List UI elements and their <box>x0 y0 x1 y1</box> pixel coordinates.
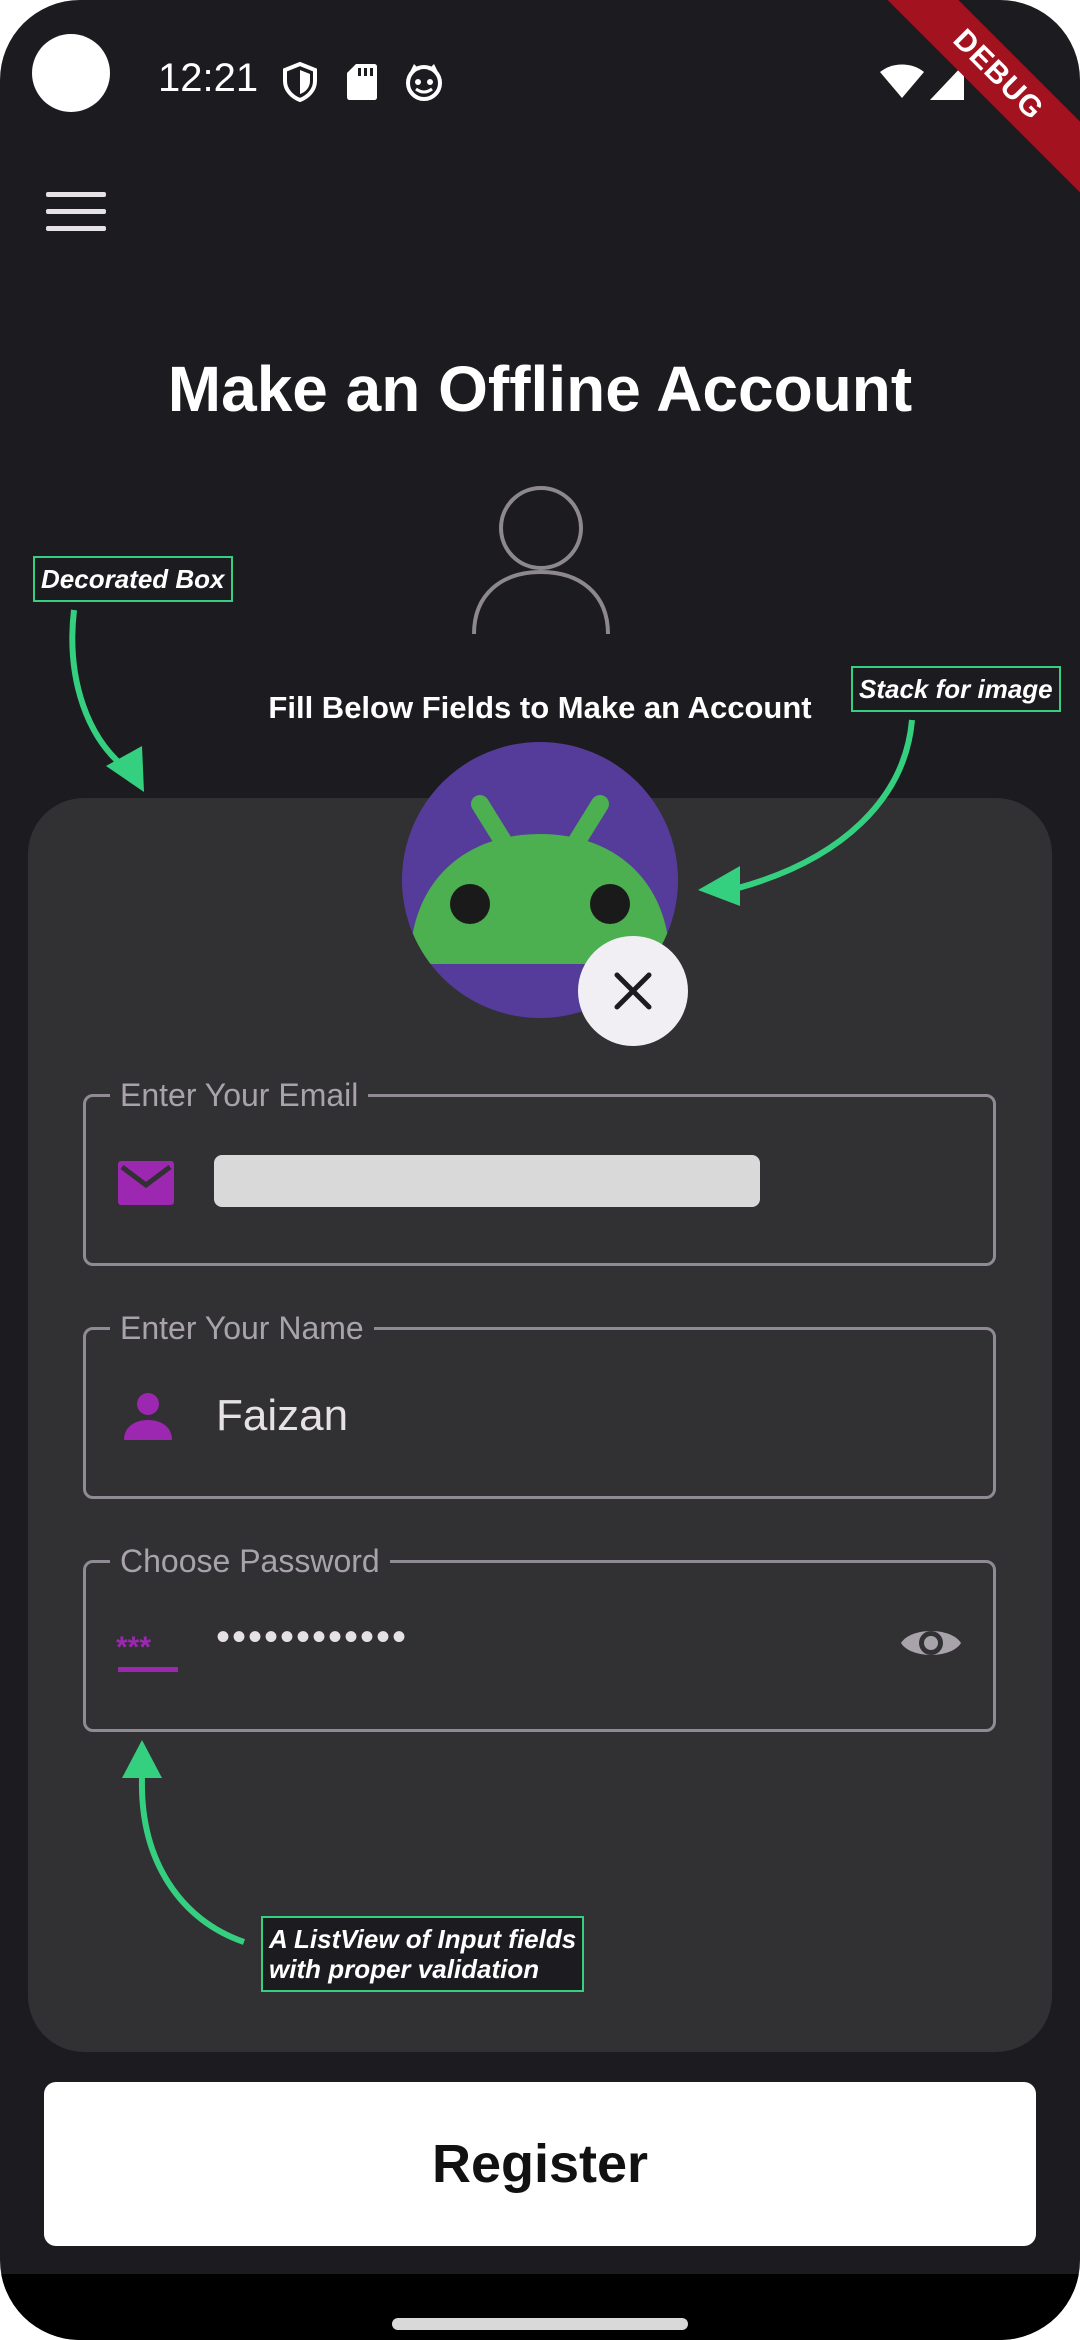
annotation-decorated-box: Decorated Box <box>33 556 233 602</box>
annotation-stack-for-image: Stack for image <box>851 666 1061 712</box>
annotation-listview: A ListView of Input fields with proper v… <box>261 1916 585 1992</box>
annotation-listview-line2: with proper validation <box>269 1954 540 1984</box>
register-button[interactable]: Register <box>44 2082 1036 2246</box>
annotation-listview-line1: A ListView of Input fields <box>269 1924 577 1954</box>
phone-screen: 12:21 DEBUG Make an Offline Account Fill… <box>0 0 1080 2340</box>
navigation-bar <box>0 2274 1080 2340</box>
home-indicator[interactable] <box>392 2318 688 2330</box>
